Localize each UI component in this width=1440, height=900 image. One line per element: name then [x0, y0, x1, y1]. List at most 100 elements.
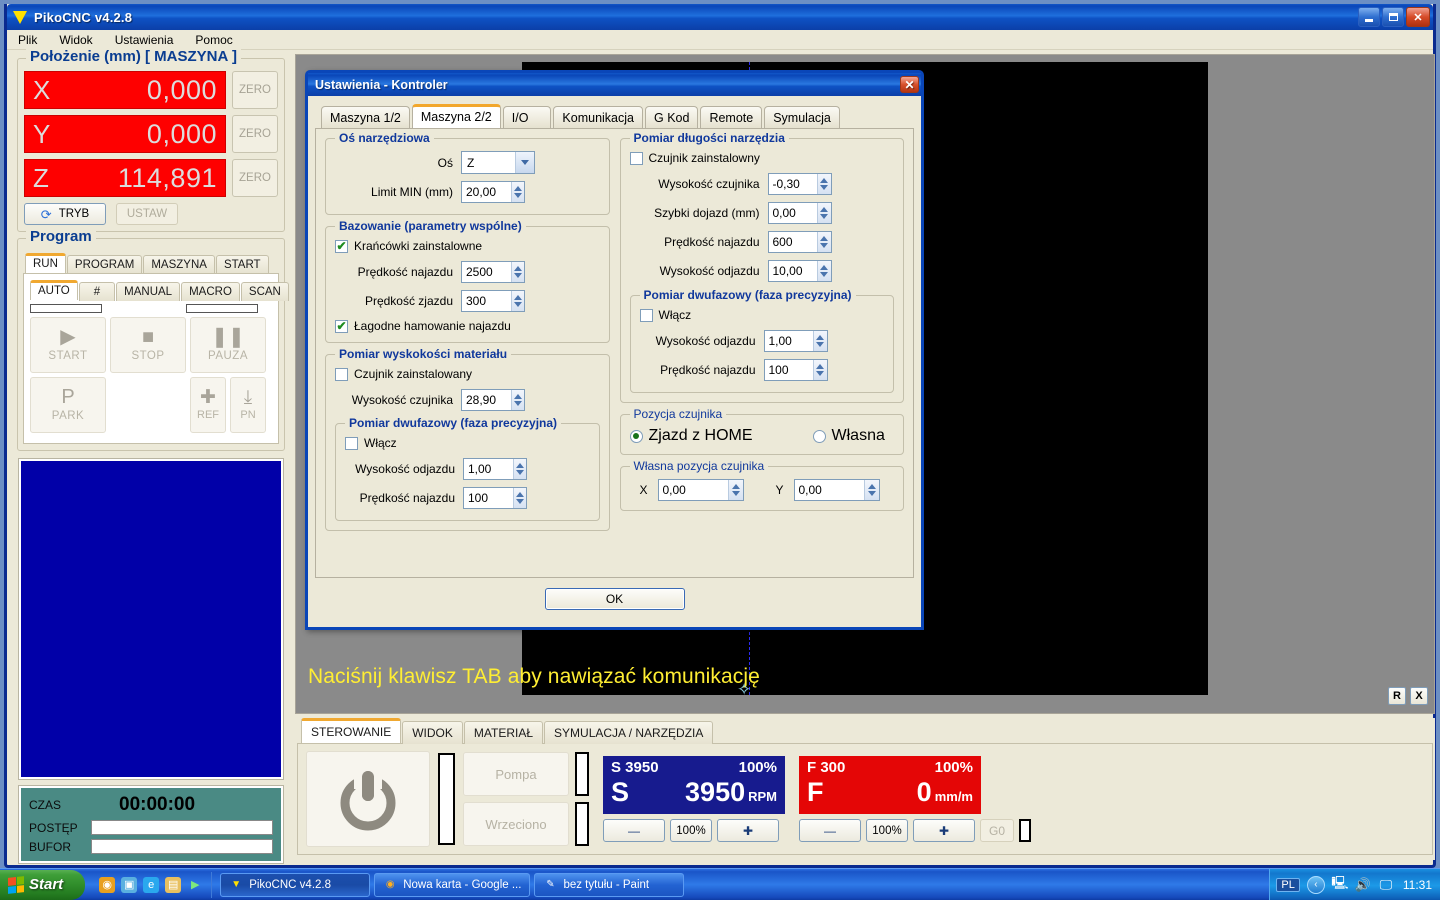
language-indicator[interactable]: PL: [1276, 877, 1300, 892]
menu-item-pomoc[interactable]: Pomoc: [192, 32, 235, 48]
close-view-button[interactable]: X: [1410, 687, 1428, 705]
menu-item-ustawienia[interactable]: Ustawienia: [112, 32, 177, 48]
tab-start[interactable]: START: [215, 255, 269, 274]
media-icon[interactable]: ▣: [121, 876, 138, 893]
tool-two-phase-approach-input[interactable]: [764, 360, 814, 380]
spinner-arrows[interactable]: [510, 291, 524, 311]
dialog-tab-symulacja[interactable]: Symulacja: [764, 106, 840, 129]
pn-button[interactable]: ⤓ PN: [230, 377, 266, 433]
tool-axis-select[interactable]: Z: [461, 151, 535, 174]
spinner-arrows[interactable]: [817, 232, 831, 252]
menu-item-plik[interactable]: Plik: [15, 32, 40, 48]
park-button[interactable]: P PARK: [30, 377, 106, 433]
tool-sensor-checkbox[interactable]: [629, 151, 643, 165]
homing-retract-input[interactable]: [462, 291, 511, 311]
tab-maszyna[interactable]: MASZYNA: [143, 255, 215, 274]
feed-increase-button[interactable]: ✚: [913, 819, 975, 842]
spindle-increase-button[interactable]: ✚: [717, 819, 779, 842]
spinner-arrows[interactable]: [510, 262, 524, 282]
custom-x-input[interactable]: [658, 480, 729, 500]
tool-sensor-height-input[interactable]: [768, 174, 818, 194]
tool-fast-approach-spinner[interactable]: [767, 202, 832, 224]
zero-z-button[interactable]: ZERO: [232, 159, 278, 197]
limit-min-input[interactable]: [462, 182, 511, 202]
display-icon[interactable]: 🖵: [1378, 877, 1394, 893]
tryb-button[interactable]: ⟳ TRYB: [24, 203, 106, 225]
spinner-arrows[interactable]: [813, 331, 827, 351]
homing-approach-input[interactable]: [462, 262, 511, 282]
dialog-tab-remote[interactable]: Remote: [700, 106, 763, 129]
power-button[interactable]: [306, 751, 430, 847]
spindle-reset-button[interactable]: 100%: [670, 819, 712, 842]
subtab-manual[interactable]: MANUAL: [116, 282, 181, 301]
material-two-phase-retract-input[interactable]: [464, 459, 513, 479]
clock[interactable]: 11:31: [1403, 878, 1432, 892]
start-button[interactable]: ▶ START: [30, 317, 106, 373]
reset-view-button[interactable]: R: [1388, 687, 1406, 705]
spinner-arrows[interactable]: [817, 203, 831, 223]
tab-symulacja-narzedzia[interactable]: SYMULACJA / NARZĘDZIA: [544, 721, 714, 744]
internet-explorer-icon[interactable]: e: [143, 876, 160, 893]
spinner-arrows[interactable]: [817, 174, 831, 194]
sensor-position-home-option[interactable]: Zjazd z HOME: [629, 427, 753, 445]
tool-two-phase-retract-spinner[interactable]: [763, 330, 828, 352]
homing-retract-spinner[interactable]: [461, 290, 525, 312]
custom-y-input[interactable]: [794, 480, 865, 500]
dialog-tab-gkod[interactable]: G Kod: [645, 106, 699, 129]
tab-program[interactable]: PROGRAM: [66, 255, 143, 274]
material-two-phase-approach-input[interactable]: [464, 488, 513, 508]
spinner-arrows[interactable]: [817, 261, 831, 281]
tool-sensor-height-spinner[interactable]: [767, 173, 832, 195]
dialog-tab-maszyna-2-2[interactable]: Maszyna 2/2: [411, 104, 501, 128]
pump-toggle[interactable]: Pompa: [463, 752, 569, 796]
tool-two-phase-checkbox[interactable]: [639, 308, 653, 322]
tool-fast-approach-input[interactable]: [768, 203, 818, 223]
stop-button[interactable]: ■ STOP: [110, 317, 186, 373]
homing-approach-spinner[interactable]: [461, 261, 525, 283]
material-sensor-height-spinner[interactable]: [461, 389, 525, 411]
subtab-macro[interactable]: MACRO: [181, 282, 240, 301]
close-button[interactable]: ✕: [1406, 7, 1430, 27]
sensor-position-custom-option[interactable]: Własna: [812, 427, 885, 445]
ok-button[interactable]: OK: [544, 588, 685, 610]
task-paint[interactable]: ✎ bez tytułu - Paint: [534, 872, 685, 897]
subtab-auto[interactable]: AUTO: [30, 280, 78, 300]
custom-y-spinner[interactable]: [793, 479, 880, 501]
start-button[interactable]: Start: [0, 869, 86, 900]
program-preview-canvas[interactable]: [18, 458, 284, 780]
network-icon[interactable]: 🖳: [1331, 875, 1348, 893]
material-two-phase-checkbox[interactable]: [345, 436, 358, 450]
material-sensor-height-input[interactable]: [462, 390, 511, 410]
zero-y-button[interactable]: ZERO: [232, 115, 278, 153]
limits-installed-checkbox[interactable]: [335, 239, 348, 253]
play-icon[interactable]: ▶: [187, 877, 203, 893]
menu-item-widok[interactable]: Widok: [56, 32, 95, 48]
chevron-down-icon[interactable]: [515, 152, 534, 173]
subtab-hash[interactable]: #: [78, 282, 116, 301]
material-two-phase-approach-spinner[interactable]: [463, 487, 527, 509]
task-pikocnc[interactable]: ▼ PikoCNC v4.2.8: [220, 872, 371, 897]
tool-two-phase-retract-input[interactable]: [764, 331, 814, 351]
subtab-scan[interactable]: SCAN: [240, 282, 289, 301]
tab-material[interactable]: MATERIAŁ: [463, 721, 544, 744]
tool-two-phase-approach-spinner[interactable]: [763, 359, 828, 381]
tool-approach-speed-spinner[interactable]: [767, 231, 832, 253]
dialog-tab-komunikacja[interactable]: Komunikacja: [553, 106, 643, 129]
spinner-arrows[interactable]: [728, 480, 743, 500]
tool-approach-speed-input[interactable]: [768, 232, 818, 252]
chrome-icon[interactable]: ◉: [99, 876, 116, 893]
material-two-phase-retract-spinner[interactable]: [463, 458, 527, 480]
dialog-tab-maszyna-1-2[interactable]: Maszyna 1/2: [321, 106, 410, 129]
dialog-tab-io[interactable]: I/O: [502, 106, 552, 129]
pause-button[interactable]: ❚❚ PAUZA: [190, 317, 266, 373]
spinner-arrows[interactable]: [512, 459, 526, 479]
folder-icon[interactable]: ▤: [165, 876, 182, 893]
ustaw-button[interactable]: USTAW: [116, 203, 178, 225]
tab-run[interactable]: RUN: [25, 253, 66, 273]
task-chrome[interactable]: ◉ Nowa karta - Google ...: [374, 872, 531, 897]
soft-brake-checkbox[interactable]: [335, 319, 348, 333]
material-sensor-checkbox[interactable]: [335, 367, 348, 381]
dialog-close-button[interactable]: ✕: [900, 76, 919, 93]
ref-button[interactable]: ✚ REF: [190, 377, 226, 433]
custom-x-spinner[interactable]: [657, 479, 744, 501]
